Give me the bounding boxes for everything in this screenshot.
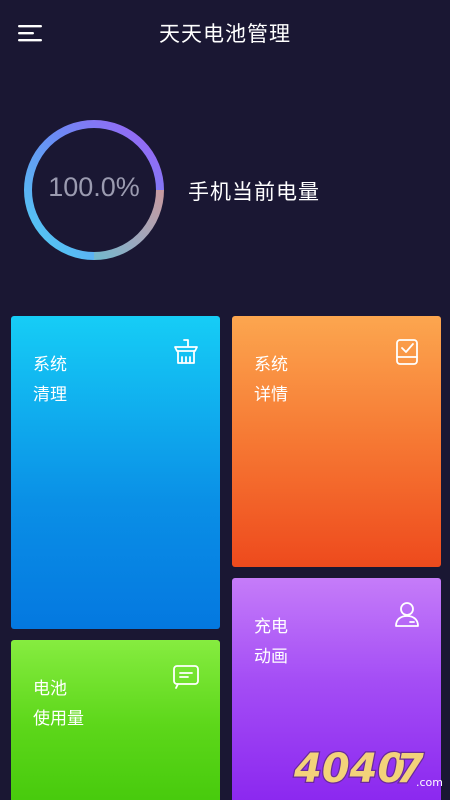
svg-text:.com: .com [416,776,442,789]
charge-animation-label: 充电 动画 [254,612,288,672]
watermark-logo: 4040 7 .com [292,742,443,794]
system-detail-line2: 详情 [254,385,288,405]
system-detail-line1: 系统 [254,355,288,375]
system-detail-tile[interactable]: 系统 详情 [232,316,441,567]
system-clean-label: 系统 清理 [33,350,67,410]
broom-icon [172,338,200,366]
user-icon [393,600,421,628]
svg-text:4040: 4040 [293,746,405,792]
battery-usage-tile[interactable]: 电池 使用量 [11,640,220,800]
app-title: 天天电池管理 [159,22,291,46]
charge-animation-line1: 充电 [254,617,288,637]
battery-gauge: 100.0% [20,116,168,264]
battery-usage-line2: 使用量 [33,709,84,729]
system-detail-label: 系统 详情 [254,350,288,410]
system-clean-line2: 清理 [33,385,67,405]
battery-percentage: 100.0% [48,172,140,202]
battery-usage-line1: 电池 [33,679,67,699]
battery-usage-label: 电池 使用量 [33,674,84,734]
charge-animation-line2: 动画 [254,647,288,667]
device-check-icon [393,338,421,366]
system-clean-line1: 系统 [33,355,67,375]
message-icon [172,662,200,690]
system-clean-tile[interactable]: 系统 清理 [11,316,220,629]
battery-label: 手机当前电量 [188,180,320,204]
app-header: 天天电池管理 [0,0,450,68]
